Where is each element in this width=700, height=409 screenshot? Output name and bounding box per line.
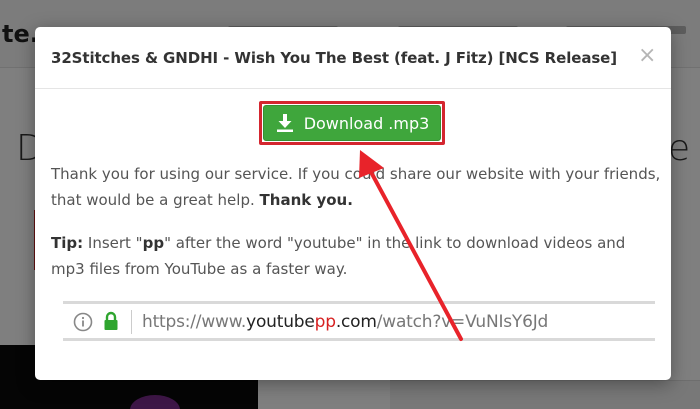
- lock-icon: [104, 311, 118, 330]
- url-prefix: https://www.: [142, 312, 247, 332]
- url-insert-pp: pp: [314, 312, 336, 332]
- info-icon: [73, 312, 93, 332]
- close-button[interactable]: ×: [638, 45, 656, 68]
- download-modal: 32Stitches & GNDHI - Wish You The Best (…: [35, 27, 671, 380]
- url-domain: youtube: [246, 312, 315, 332]
- download-button-label: Download .mp3: [303, 113, 430, 133]
- thank-you-text: Thank you for using our service. If you …: [51, 165, 661, 209]
- url-tld: .com: [335, 312, 377, 332]
- tip-message: Tip: Insert "pp" after the word "youtube…: [51, 230, 661, 282]
- modal-header: 32Stitches & GNDHI - Wish You The Best (…: [35, 27, 671, 89]
- example-url-text: https://www.youtubepp.com/watch?v=VuNIsY…: [142, 310, 548, 334]
- download-mp3-button[interactable]: Download .mp3: [263, 105, 441, 141]
- thank-you-bold: Thank you.: [259, 191, 353, 209]
- url-path: /watch?v=VuNIsY6Jd: [376, 312, 549, 332]
- modal-title: 32Stitches & GNDHI - Wish You The Best (…: [51, 49, 617, 67]
- thank-you-message: Thank you for using our service. If you …: [51, 161, 661, 213]
- example-url-bar: https://www.youtubepp.com/watch?v=VuNIsY…: [63, 301, 655, 341]
- tip-label: Tip:: [51, 234, 84, 252]
- download-icon: [276, 114, 293, 132]
- tip-keyword: pp: [142, 234, 165, 252]
- tip-text-start: Insert ": [87, 234, 143, 252]
- url-divider: [131, 310, 132, 334]
